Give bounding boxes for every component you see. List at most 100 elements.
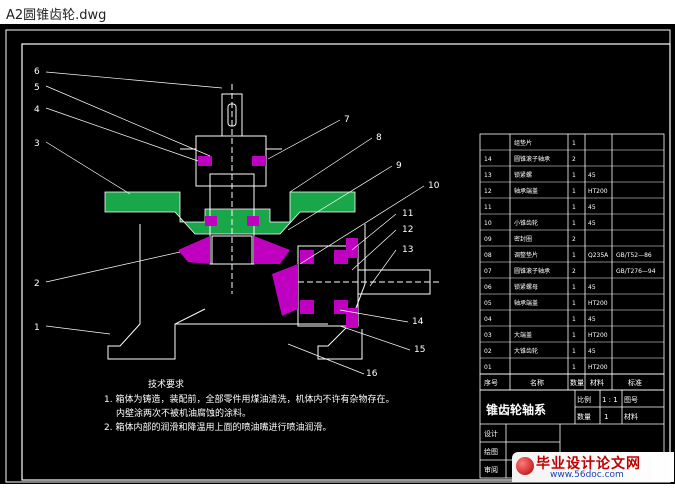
callout: 4 <box>34 105 40 115</box>
bom-cell-qty: 1 <box>572 252 576 259</box>
bom-cell-name: 圆锥滚子轴承 <box>514 155 550 163</box>
bom-cell-no: 10 <box>484 220 492 227</box>
callout: 16 <box>366 369 378 379</box>
bom-cell-mat: 45 <box>588 284 596 291</box>
bom-cell-mat: HT200 <box>588 188 608 195</box>
watermark-logo-icon <box>516 457 534 475</box>
callout: 15 <box>414 345 425 355</box>
window-titlebar: A2圆锥齿轮.dwg <box>0 0 675 25</box>
bom-cell-mat: HT200 <box>588 364 608 371</box>
bom-cell-note: GB/T52—86 <box>616 252 652 259</box>
bom-cell-qty: 1 <box>572 188 576 195</box>
bom-cell-qty: 1 <box>572 172 576 179</box>
bevel-gear-large <box>178 236 210 264</box>
housing-base <box>107 224 366 360</box>
bom-cell-name: 轴承端盖 <box>514 187 538 195</box>
bom-cell-mat: 45 <box>588 204 596 211</box>
bom-header-mat: 材料 <box>590 378 604 387</box>
bom-header-qty: 数量 <box>570 378 584 387</box>
tech-line: 1. 箱体为铸造，装配前，全部零件用煤油清洗，机体内不许有杂物存在。 <box>104 393 394 405</box>
tech-requirements: 技术要求 1. 箱体为铸造，装配前，全部零件用煤油清洗，机体内不许有杂物存在。 … <box>104 378 394 433</box>
drawing-canvas[interactable]: 6 5 4 3 2 1 7 8 9 10 11 12 13 14 15 16 技… <box>0 24 675 484</box>
watermark: 毕业设计论文网 www.56doc.com <box>512 452 674 482</box>
bom-cell-name: 锁紧螺 <box>514 171 532 179</box>
bom-cell-qty: 1 <box>572 364 576 371</box>
scale-label: 比例 <box>577 395 591 404</box>
callout: 3 <box>34 139 40 149</box>
callout: 11 <box>402 209 413 219</box>
bom-cell-mat: 45 <box>588 172 596 179</box>
bom-cell-qty: 2 <box>572 236 576 243</box>
callout: 2 <box>34 279 40 289</box>
bom-cell-qty: 1 <box>572 316 576 323</box>
review-label: 审阅 <box>484 465 498 474</box>
tech-line: 2. 箱体内部的润滑和降温用上面的喷油嘴进行喷油润滑。 <box>104 421 331 433</box>
tech-line: 内壁涂两次不被机油腐蚀的涂料。 <box>116 407 251 419</box>
drawing-name: 锥齿轮轴系 <box>486 402 546 417</box>
callout: 13 <box>402 245 413 255</box>
watermark-url: www.56doc.com <box>550 470 624 480</box>
bom-cell-mat: 45 <box>588 220 596 227</box>
bom-cell-no: 05 <box>484 300 492 307</box>
bom-cell-qty: 2 <box>572 268 576 275</box>
callout: 12 <box>402 225 413 235</box>
callout: 5 <box>34 83 40 93</box>
cad-drawing: 6 5 4 3 2 1 7 8 9 10 11 12 13 14 15 16 技… <box>5 29 671 483</box>
bom-cell-no: 11 <box>484 204 492 211</box>
bom-cell-mat: HT200 <box>588 300 608 307</box>
scale-value: 1 : 1 <box>602 396 618 404</box>
bom-header: 序号 名称 数量 材料 标准 <box>479 373 665 391</box>
bom-cell-mat: 45 <box>588 316 596 323</box>
bom-cell-no: 01 <box>484 364 492 371</box>
draw-label: 绘图 <box>484 447 498 456</box>
bom-cell-no: 14 <box>484 156 492 163</box>
bom-cell-no: 06 <box>484 284 492 291</box>
bom-cell-qty: 1 <box>572 140 576 147</box>
bom-cell-qty: 1 <box>572 284 576 291</box>
callout: 6 <box>34 67 40 77</box>
callout: 10 <box>428 181 440 191</box>
bom-cell-no: 07 <box>484 268 492 275</box>
bom-cell-qty: 1 <box>572 204 576 211</box>
bom-cell-name: 锁紧螺母 <box>514 283 538 291</box>
bom-cell-qty: 1 <box>572 348 576 355</box>
bom-cell-name: 轴承端盖 <box>514 299 538 307</box>
bom-cell-mat: HT200 <box>588 332 608 339</box>
bom-cell-qty: 1 <box>572 220 576 227</box>
bom-cell-name: 密封圈 <box>514 235 532 243</box>
material-label: 材料 <box>624 412 638 421</box>
bom-cell-mat: 45 <box>588 348 596 355</box>
tech-heading: 技术要求 <box>148 378 184 390</box>
bom-cell-no: 08 <box>484 252 492 259</box>
bom-cell-note: GB/T276—94 <box>616 268 656 275</box>
number-label: 图号 <box>624 396 638 404</box>
window-title: A2圆锥齿轮.dwg <box>6 8 107 23</box>
bom-cell-no: 12 <box>484 188 492 195</box>
callout: 9 <box>396 161 402 171</box>
flange-green <box>104 191 356 235</box>
bom-cell-no: 09 <box>484 236 492 243</box>
callout: 8 <box>376 133 382 143</box>
bom-cell-no: 03 <box>484 332 492 339</box>
bom-cell-name: 大端盖 <box>514 331 532 339</box>
bom-cell-mat: Q235A <box>588 252 609 259</box>
callout: 1 <box>34 323 40 333</box>
bom-cell-qty: 1 <box>572 332 576 339</box>
bom-header-name: 名称 <box>530 378 544 387</box>
bom-cell-no: 02 <box>484 348 492 355</box>
bom-cell-qty: 1 <box>572 300 576 307</box>
bom-cell-name: 调整垫片 <box>514 251 538 259</box>
bom-cell-no: 04 <box>484 316 492 323</box>
bom-cell-name: 大锥齿轮 <box>514 347 538 355</box>
bom-cell-name: 小锥齿轮 <box>514 219 538 227</box>
bom-cell-name: 圆锥滚子轴承 <box>514 267 550 275</box>
qty-value: 1 <box>604 413 608 421</box>
design-label: 设计 <box>484 429 498 438</box>
bom-cell-qty: 2 <box>572 156 576 163</box>
bom-cell-name: 组垫片 <box>514 139 532 147</box>
qty-label: 数量 <box>577 412 591 421</box>
callout: 14 <box>412 317 424 327</box>
bom-header-no: 序号 <box>484 378 498 387</box>
bom-header-note: 标准 <box>628 378 642 387</box>
bom-cell-no: 13 <box>484 172 492 179</box>
